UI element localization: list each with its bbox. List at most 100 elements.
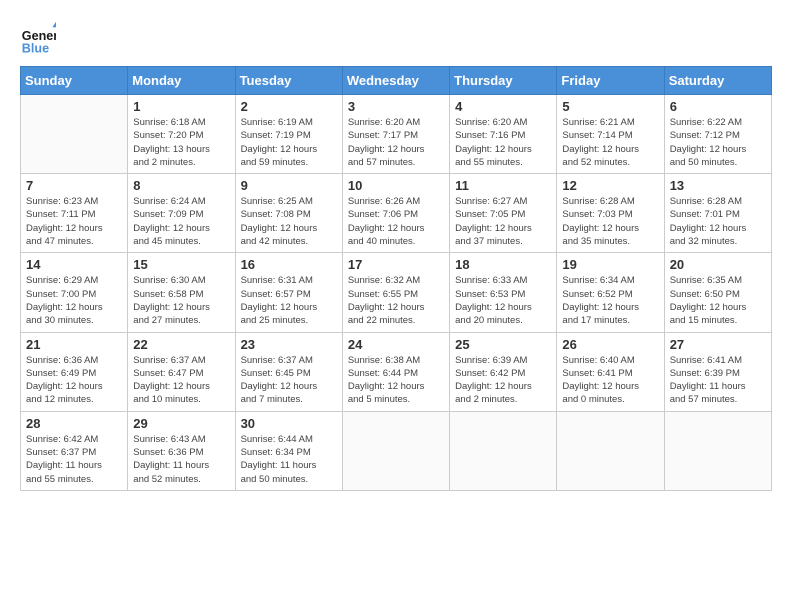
- weekday-header-sunday: Sunday: [21, 67, 128, 95]
- day-number: 29: [133, 416, 229, 431]
- day-info: Sunrise: 6:31 AM Sunset: 6:57 PM Dayligh…: [241, 274, 337, 327]
- day-cell: 2 Sunrise: 6:19 AM Sunset: 7:19 PM Daylig…: [235, 95, 342, 174]
- day-cell: 15 Sunrise: 6:30 AM Sunset: 6:58 PM Dayli…: [128, 253, 235, 332]
- day-cell: 27 Sunrise: 6:41 AM Sunset: 6:39 PM Dayli…: [664, 332, 771, 411]
- day-cell: 29 Sunrise: 6:43 AM Sunset: 6:36 PM Dayli…: [128, 411, 235, 490]
- day-cell: 30 Sunrise: 6:44 AM Sunset: 6:34 PM Dayli…: [235, 411, 342, 490]
- day-number: 17: [348, 257, 444, 272]
- day-cell: [21, 95, 128, 174]
- day-number: 3: [348, 99, 444, 114]
- weekday-header-thursday: Thursday: [450, 67, 557, 95]
- logo-icon: General Blue: [20, 20, 56, 56]
- day-cell: 18 Sunrise: 6:33 AM Sunset: 6:53 PM Dayli…: [450, 253, 557, 332]
- day-info: Sunrise: 6:18 AM Sunset: 7:20 PM Dayligh…: [133, 116, 229, 169]
- weekday-header-friday: Friday: [557, 67, 664, 95]
- day-number: 24: [348, 337, 444, 352]
- day-cell: 26 Sunrise: 6:40 AM Sunset: 6:41 PM Dayli…: [557, 332, 664, 411]
- week-row-1: 1Sunrise: 6:18 AM Sunset: 7:20 PM Daylig…: [21, 95, 772, 174]
- day-cell: 6Sunrise: 6:22 AM Sunset: 7:12 PM Daylig…: [664, 95, 771, 174]
- day-info: Sunrise: 6:37 AM Sunset: 6:47 PM Dayligh…: [133, 354, 229, 407]
- day-info: Sunrise: 6:21 AM Sunset: 7:14 PM Dayligh…: [562, 116, 658, 169]
- day-cell: [342, 411, 449, 490]
- day-cell: 1Sunrise: 6:18 AM Sunset: 7:20 PM Daylig…: [128, 95, 235, 174]
- svg-text:Blue: Blue: [22, 41, 49, 55]
- weekday-header-monday: Monday: [128, 67, 235, 95]
- logo: General Blue: [20, 20, 60, 56]
- day-number: 21: [26, 337, 122, 352]
- day-number: 19: [562, 257, 658, 272]
- day-info: Sunrise: 6:22 AM Sunset: 7:12 PM Dayligh…: [670, 116, 766, 169]
- day-number: 26: [562, 337, 658, 352]
- day-info: Sunrise: 6:32 AM Sunset: 6:55 PM Dayligh…: [348, 274, 444, 327]
- day-info: Sunrise: 6:28 AM Sunset: 7:01 PM Dayligh…: [670, 195, 766, 248]
- day-number: 20: [670, 257, 766, 272]
- day-cell: [557, 411, 664, 490]
- weekday-header-tuesday: Tuesday: [235, 67, 342, 95]
- day-info: Sunrise: 6:25 AM Sunset: 7:08 PM Dayligh…: [241, 195, 337, 248]
- week-row-5: 28 Sunrise: 6:42 AM Sunset: 6:37 PM Dayli…: [21, 411, 772, 490]
- day-info: Sunrise: 6:39 AM Sunset: 6:42 PM Dayligh…: [455, 354, 551, 407]
- day-info: Sunrise: 6:44 AM Sunset: 6:34 PM Dayligh…: [241, 433, 337, 486]
- day-info: Sunrise: 6:43 AM Sunset: 6:36 PM Dayligh…: [133, 433, 229, 486]
- day-info: Sunrise: 6:28 AM Sunset: 7:03 PM Dayligh…: [562, 195, 658, 248]
- day-number: 11: [455, 178, 551, 193]
- day-info: Sunrise: 6:24 AM Sunset: 7:09 PM Dayligh…: [133, 195, 229, 248]
- day-cell: 3 Sunrise: 6:20 AM Sunset: 7:17 PM Daylig…: [342, 95, 449, 174]
- day-cell: 14 Sunrise: 6:29 AM Sunset: 7:00 PM Dayli…: [21, 253, 128, 332]
- day-number: 15: [133, 257, 229, 272]
- day-cell: 20 Sunrise: 6:35 AM Sunset: 6:50 PM Dayli…: [664, 253, 771, 332]
- day-info: Sunrise: 6:29 AM Sunset: 7:00 PM Dayligh…: [26, 274, 122, 327]
- weekday-header-row: SundayMondayTuesdayWednesdayThursdayFrid…: [21, 67, 772, 95]
- day-cell: 10 Sunrise: 6:26 AM Sunset: 7:06 PM Dayli…: [342, 174, 449, 253]
- day-number: 13: [670, 178, 766, 193]
- day-cell: 9Sunrise: 6:25 AM Sunset: 7:08 PM Daylig…: [235, 174, 342, 253]
- day-info: Sunrise: 6:37 AM Sunset: 6:45 PM Dayligh…: [241, 354, 337, 407]
- day-cell: [664, 411, 771, 490]
- day-info: Sunrise: 6:20 AM Sunset: 7:16 PM Dayligh…: [455, 116, 551, 169]
- day-number: 4: [455, 99, 551, 114]
- day-info: Sunrise: 6:19 AM Sunset: 7:19 PM Dayligh…: [241, 116, 337, 169]
- day-info: Sunrise: 6:20 AM Sunset: 7:17 PM Dayligh…: [348, 116, 444, 169]
- day-number: 12: [562, 178, 658, 193]
- day-cell: 16Sunrise: 6:31 AM Sunset: 6:57 PM Dayli…: [235, 253, 342, 332]
- day-number: 25: [455, 337, 551, 352]
- week-row-2: 7 Sunrise: 6:23 AM Sunset: 7:11 PM Daylig…: [21, 174, 772, 253]
- day-info: Sunrise: 6:33 AM Sunset: 6:53 PM Dayligh…: [455, 274, 551, 327]
- week-row-4: 21 Sunrise: 6:36 AM Sunset: 6:49 PM Dayli…: [21, 332, 772, 411]
- day-info: Sunrise: 6:36 AM Sunset: 6:49 PM Dayligh…: [26, 354, 122, 407]
- day-cell: 12 Sunrise: 6:28 AM Sunset: 7:03 PM Dayli…: [557, 174, 664, 253]
- day-info: Sunrise: 6:41 AM Sunset: 6:39 PM Dayligh…: [670, 354, 766, 407]
- day-number: 2: [241, 99, 337, 114]
- day-number: 27: [670, 337, 766, 352]
- day-info: Sunrise: 6:27 AM Sunset: 7:05 PM Dayligh…: [455, 195, 551, 248]
- day-number: 14: [26, 257, 122, 272]
- day-cell: 25 Sunrise: 6:39 AM Sunset: 6:42 PM Dayli…: [450, 332, 557, 411]
- calendar-table: SundayMondayTuesdayWednesdayThursdayFrid…: [20, 66, 772, 491]
- day-info: Sunrise: 6:26 AM Sunset: 7:06 PM Dayligh…: [348, 195, 444, 248]
- day-cell: 13 Sunrise: 6:28 AM Sunset: 7:01 PM Dayli…: [664, 174, 771, 253]
- day-info: Sunrise: 6:35 AM Sunset: 6:50 PM Dayligh…: [670, 274, 766, 327]
- day-info: Sunrise: 6:30 AM Sunset: 6:58 PM Dayligh…: [133, 274, 229, 327]
- day-cell: 21 Sunrise: 6:36 AM Sunset: 6:49 PM Dayli…: [21, 332, 128, 411]
- day-cell: [450, 411, 557, 490]
- day-info: Sunrise: 6:40 AM Sunset: 6:41 PM Dayligh…: [562, 354, 658, 407]
- day-cell: 28 Sunrise: 6:42 AM Sunset: 6:37 PM Dayli…: [21, 411, 128, 490]
- day-cell: 7 Sunrise: 6:23 AM Sunset: 7:11 PM Daylig…: [21, 174, 128, 253]
- day-cell: 11 Sunrise: 6:27 AM Sunset: 7:05 PM Dayli…: [450, 174, 557, 253]
- day-cell: 24Sunrise: 6:38 AM Sunset: 6:44 PM Dayli…: [342, 332, 449, 411]
- day-number: 8: [133, 178, 229, 193]
- day-info: Sunrise: 6:42 AM Sunset: 6:37 PM Dayligh…: [26, 433, 122, 486]
- weekday-header-saturday: Saturday: [664, 67, 771, 95]
- day-number: 28: [26, 416, 122, 431]
- day-number: 30: [241, 416, 337, 431]
- day-cell: 19Sunrise: 6:34 AM Sunset: 6:52 PM Dayli…: [557, 253, 664, 332]
- day-number: 5: [562, 99, 658, 114]
- day-number: 10: [348, 178, 444, 193]
- weekday-header-wednesday: Wednesday: [342, 67, 449, 95]
- day-info: Sunrise: 6:23 AM Sunset: 7:11 PM Dayligh…: [26, 195, 122, 248]
- day-cell: 22Sunrise: 6:37 AM Sunset: 6:47 PM Dayli…: [128, 332, 235, 411]
- day-cell: 8 Sunrise: 6:24 AM Sunset: 7:09 PM Daylig…: [128, 174, 235, 253]
- day-cell: 17 Sunrise: 6:32 AM Sunset: 6:55 PM Dayli…: [342, 253, 449, 332]
- day-number: 18: [455, 257, 551, 272]
- day-number: 7: [26, 178, 122, 193]
